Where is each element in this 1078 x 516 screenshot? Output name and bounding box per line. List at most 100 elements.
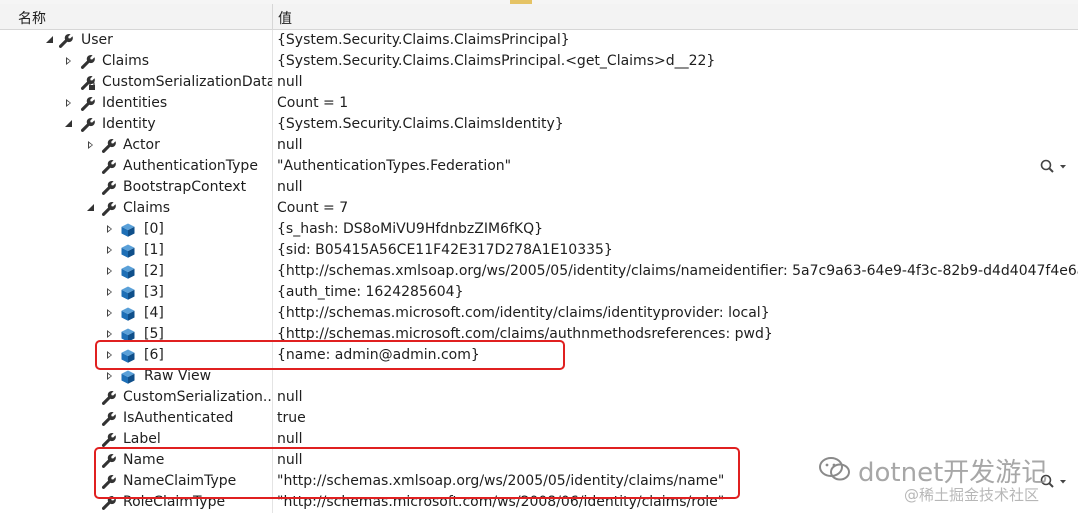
- cube-icon: [120, 285, 136, 301]
- tree-row-label: CustomSerializationData: [102, 74, 273, 90]
- expand-arrow-icon[interactable]: [104, 282, 116, 303]
- wrench-icon: [101, 495, 117, 511]
- text-visualizer-search-icon[interactable]: [1038, 158, 1070, 175]
- expand-arrow-icon[interactable]: [104, 324, 116, 345]
- column-header-name-label: 名称: [18, 11, 46, 27]
- tree-row[interactable]: CustomSerializationData null: [0, 72, 1078, 93]
- tree-row-name-cell: Identities: [0, 93, 273, 114]
- tree-row-label: [5]: [144, 326, 164, 342]
- tree-row[interactable]: [4] {http://schemas.microsoft.com/identit…: [0, 303, 1078, 324]
- tree-row-name-cell: IsAuthenticated: [0, 408, 273, 429]
- tree-row-name-cell: [0]: [0, 219, 273, 240]
- wrench-icon: [101, 474, 117, 490]
- tree-row-value: Count = 7: [277, 200, 349, 216]
- tree-row-label: IsAuthenticated: [123, 410, 234, 426]
- tree-row[interactable]: Label null: [0, 429, 1078, 450]
- watch-header: 名称 值: [0, 4, 1078, 30]
- tree-row-name-cell: AuthenticationType: [0, 156, 273, 177]
- collapse-arrow-icon[interactable]: [63, 114, 75, 135]
- tree-row-name-cell: [5]: [0, 324, 273, 345]
- tree-row-name-cell: [6]: [0, 345, 273, 366]
- tree-row-value: {System.Security.Claims.ClaimsIdentity}: [277, 116, 564, 132]
- tree-row-label: User: [81, 32, 113, 48]
- expand-arrow-icon[interactable]: [85, 135, 97, 156]
- tree-row[interactable]: Raw View: [0, 366, 1078, 387]
- tree-row-label: [6]: [144, 347, 164, 363]
- watermark: dotnet开发游记 @稀土掘金技术社区: [818, 452, 1078, 512]
- tree-row-value: {System.Security.Claims.ClaimsPrincipal}: [277, 32, 570, 48]
- tree-row-name-cell: Identity: [0, 114, 273, 135]
- tree-row[interactable]: CustomSerialization... null: [0, 387, 1078, 408]
- tree-row[interactable]: BootstrapContext null: [0, 177, 1078, 198]
- expand-arrow-icon[interactable]: [104, 261, 116, 282]
- tree-row[interactable]: Claims {System.Security.Claims.ClaimsPrin…: [0, 51, 1078, 72]
- expand-arrow-icon[interactable]: [63, 93, 75, 114]
- tree-row[interactable]: AuthenticationType "AuthenticationTypes.F…: [0, 156, 1078, 177]
- tree-row-value: "http://schemas.microsoft.com/ws/2008/06…: [277, 494, 725, 510]
- tree-row[interactable]: Claims Count = 7: [0, 198, 1078, 219]
- tree-row-value: true: [277, 410, 306, 426]
- tree-row-value: null: [277, 179, 303, 195]
- tree-row-label: BootstrapContext: [123, 179, 247, 195]
- tree-row[interactable]: User {System.Security.Claims.ClaimsPrinci…: [0, 30, 1078, 51]
- tree-row-label: Identity: [102, 116, 156, 132]
- wrench-icon: [101, 159, 117, 175]
- tree-row-name-cell: User: [0, 30, 273, 51]
- cube-icon: [120, 222, 136, 238]
- wrench-icon: [80, 54, 96, 70]
- tree-row-label: Raw View: [144, 368, 212, 384]
- cube-icon: [120, 327, 136, 343]
- tree-row-name-cell: Claims: [0, 198, 273, 219]
- tree-row-name-cell: CustomSerializationData: [0, 72, 273, 93]
- tree-row-label: [2]: [144, 263, 164, 279]
- tree-row-value: {http://schemas.microsoft.com/claims/aut…: [277, 326, 773, 342]
- wrench-icon: [80, 117, 96, 133]
- tree-row-label: Claims: [123, 200, 171, 216]
- expand-arrow-icon[interactable]: [104, 366, 116, 387]
- wrench-icon: [101, 453, 117, 469]
- tree-row-name-cell: CustomSerialization...: [0, 387, 273, 408]
- column-header-name[interactable]: 名称: [0, 4, 273, 29]
- tree-row-label: [0]: [144, 221, 164, 237]
- expand-arrow-icon[interactable]: [104, 345, 116, 366]
- tree-row[interactable]: [0] {s_hash: DS8oMiVU9HfdnbzZIM6fKQ}: [0, 219, 1078, 240]
- wrench-icon: [101, 138, 117, 154]
- tree-row-label: Name: [123, 452, 165, 468]
- tree-row-label: [1]: [144, 242, 164, 258]
- tree-row-value: null: [277, 431, 303, 447]
- tree-row-value: {name: admin@admin.com}: [277, 347, 480, 363]
- expand-arrow-icon[interactable]: [104, 303, 116, 324]
- tree-row-label: AuthenticationType: [123, 158, 258, 174]
- watch-tree: User {System.Security.Claims.ClaimsPrinci…: [0, 30, 1078, 513]
- tree-row-value: null: [277, 74, 303, 90]
- cube-icon: [120, 306, 136, 322]
- tree-row-name-cell: Claims: [0, 51, 273, 72]
- tree-row-value: {s_hash: DS8oMiVU9HfdnbzZIM6fKQ}: [277, 221, 544, 237]
- tree-row[interactable]: Actor null: [0, 135, 1078, 156]
- tree-row[interactable]: Identity {System.Security.Claims.ClaimsId…: [0, 114, 1078, 135]
- tree-row-name-cell: Actor: [0, 135, 273, 156]
- tree-row-value: null: [277, 452, 303, 468]
- tree-row-name-cell: Raw View: [0, 366, 273, 387]
- tree-row-value: null: [277, 389, 303, 405]
- collapse-arrow-icon[interactable]: [85, 198, 97, 219]
- tree-row[interactable]: Identities Count = 1: [0, 93, 1078, 114]
- expand-arrow-icon[interactable]: [104, 240, 116, 261]
- tree-row[interactable]: IsAuthenticated true: [0, 408, 1078, 429]
- tree-row[interactable]: [2] {http://schemas.xmlsoap.org/ws/2005/0…: [0, 261, 1078, 282]
- tree-row-label: [3]: [144, 284, 164, 300]
- tree-row-label: Actor: [123, 137, 160, 153]
- tree-row-value: {System.Security.Claims.ClaimsPrincipal.…: [277, 53, 716, 69]
- expand-arrow-icon[interactable]: [104, 219, 116, 240]
- tree-row-name-cell: [2]: [0, 261, 273, 282]
- tree-row-name-cell: RoleClaimType: [0, 492, 273, 513]
- tree-row-label: RoleClaimType: [123, 494, 226, 510]
- expand-arrow-icon[interactable]: [63, 51, 75, 72]
- tree-row[interactable]: [1] {sid: B05415A56CE11F42E317D278A1E1033…: [0, 240, 1078, 261]
- tree-row[interactable]: [6] {name: admin@admin.com}: [0, 345, 1078, 366]
- tree-row[interactable]: [5] {http://schemas.microsoft.com/claims/…: [0, 324, 1078, 345]
- collapse-arrow-icon[interactable]: [44, 30, 56, 51]
- tree-row[interactable]: [3] {auth_time: 1624285604}: [0, 282, 1078, 303]
- tree-row-name-cell: [3]: [0, 282, 273, 303]
- tree-row-value: "AuthenticationTypes.Federation": [277, 158, 512, 174]
